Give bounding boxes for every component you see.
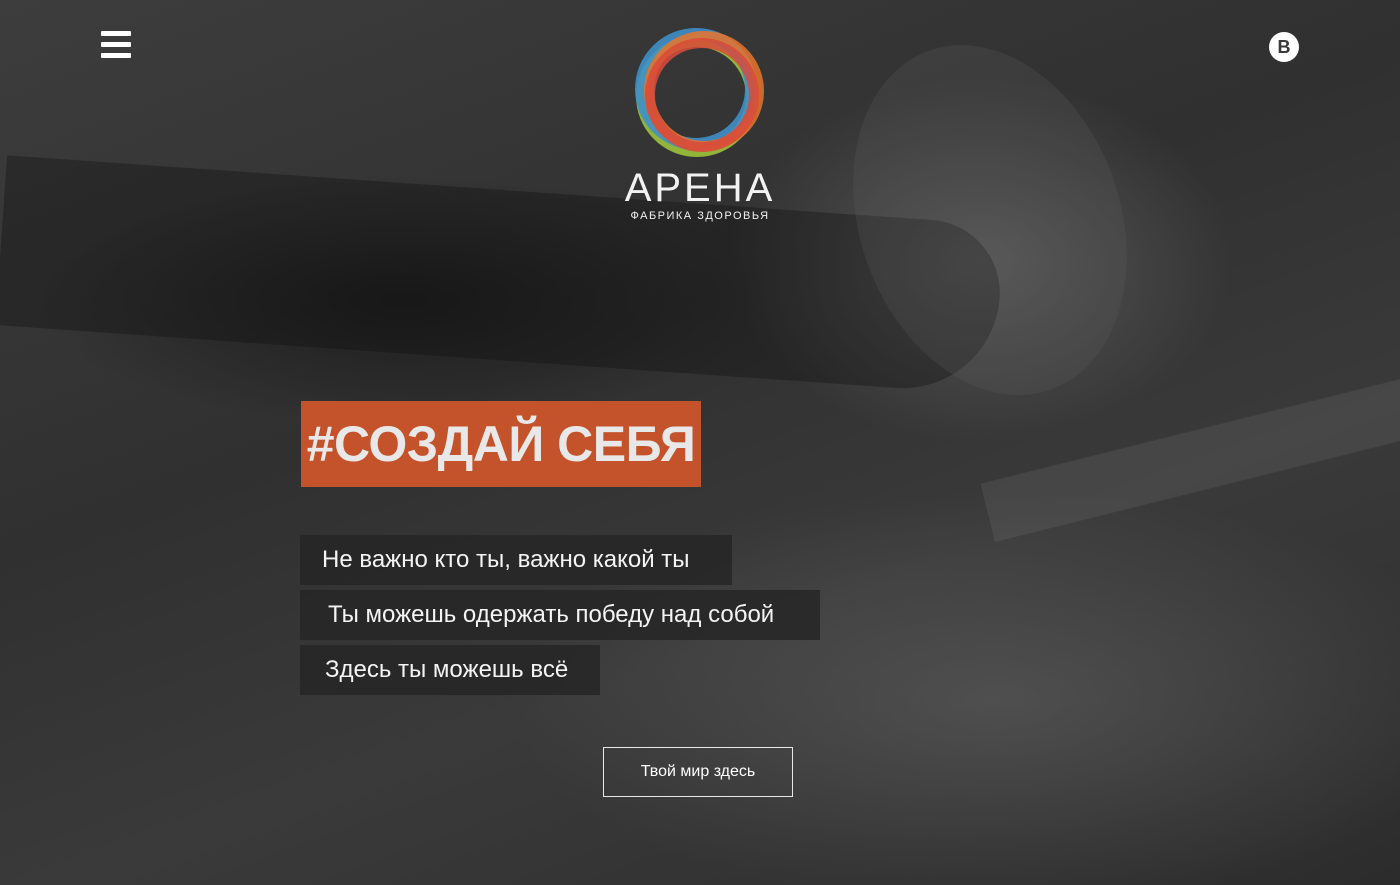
cta-button[interactable]: Твой мир здесь	[603, 747, 793, 797]
menu-bar	[101, 31, 131, 36]
hero-headline: #СОЗДАЙ СЕБЯ	[301, 401, 701, 487]
logo-rings-icon	[635, 28, 764, 157]
menu-bar	[101, 42, 131, 47]
hero-tagline-line: Не важно кто ты, важно какой ты	[300, 535, 732, 585]
logo-name: АРЕНА	[624, 166, 776, 210]
logo[interactable]: АРЕНА ФАБРИКА ЗДОРОВЬЯ	[600, 28, 800, 222]
logo-tagline: ФАБРИКА ЗДОРОВЬЯ	[630, 210, 770, 222]
hero-tagline-line: Ты можешь одержать победу над собой	[300, 590, 820, 640]
menu-bar	[101, 53, 131, 58]
vk-icon[interactable]: B	[1269, 32, 1299, 62]
hero-tagline-line: Здесь ты можешь всё	[300, 645, 600, 695]
hamburger-menu-icon[interactable]	[101, 31, 131, 58]
hero-section: B АРЕНА ФАБРИКА ЗДОРОВЬЯ #СОЗДАЙ СЕБЯ Не…	[0, 0, 1400, 885]
